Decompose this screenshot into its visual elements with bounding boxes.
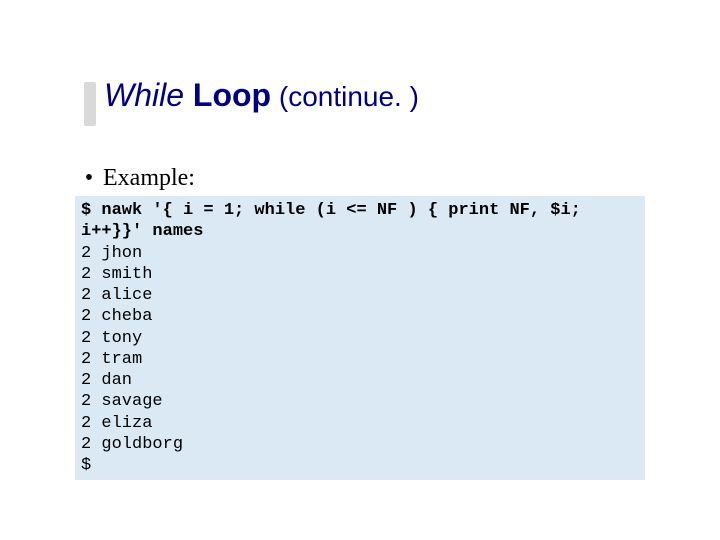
title-tail: (continue. ) (271, 81, 419, 112)
code-content: $ nawk '{ i = 1; while (i <= NF ) { prin… (81, 200, 639, 476)
bullet-label: Example: (103, 165, 195, 191)
code-output: 2 jhon 2 smith 2 alice 2 cheba 2 tony 2 … (81, 244, 183, 476)
title-accent-bar (84, 82, 96, 126)
slide: While Loop (continue. ) •Example: $ nawk… (0, 0, 720, 540)
title-italic: While (104, 77, 184, 113)
bullet-dot-icon: • (75, 165, 103, 192)
bullet-example: •Example: (75, 165, 195, 192)
slide-title: While Loop (continue. ) (104, 78, 419, 113)
code-box: $ nawk '{ i = 1; while (i <= NF ) { prin… (75, 196, 645, 480)
code-command: $ nawk '{ i = 1; while (i <= NF ) { prin… (81, 201, 591, 241)
title-bold: Loop (184, 77, 271, 113)
